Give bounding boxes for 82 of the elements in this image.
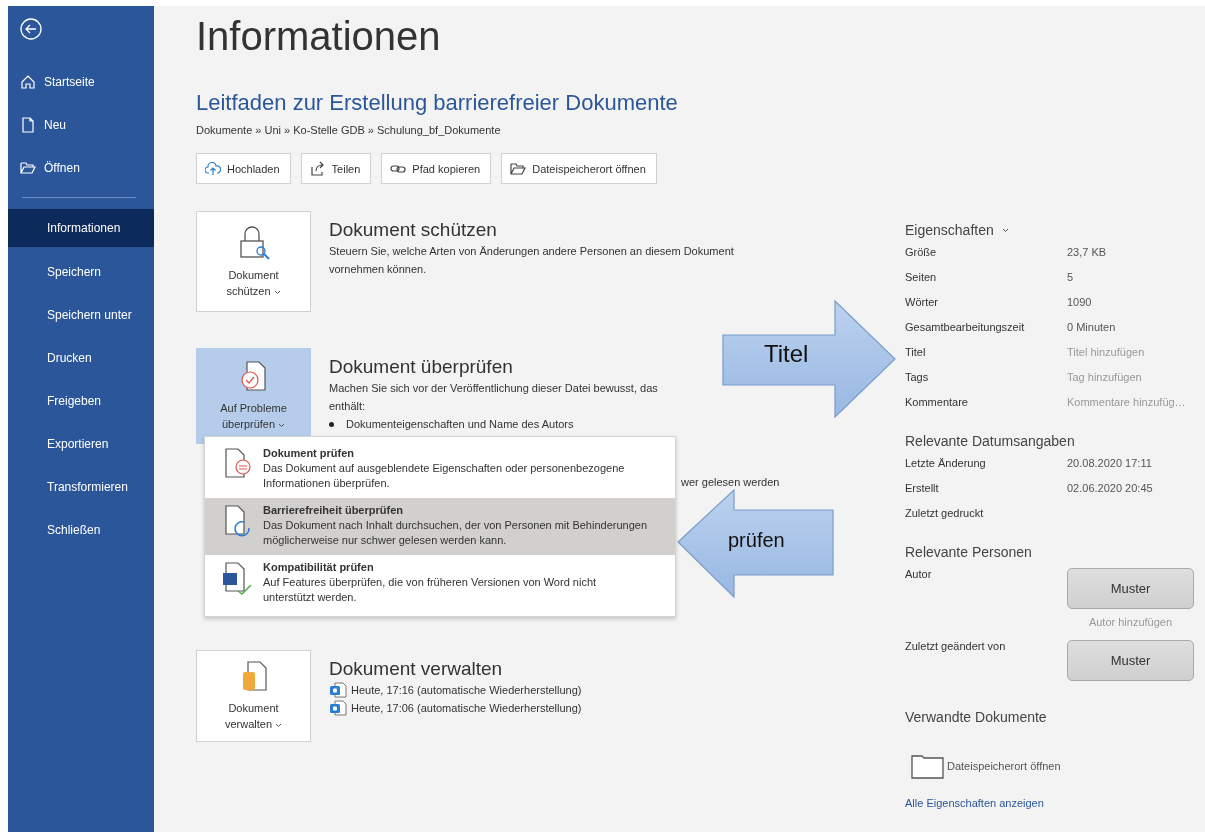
action-card-button[interactable]: Dokument verwalten xyxy=(196,650,311,742)
property-label: Autor xyxy=(905,568,933,582)
menu-item[interactable]: Kompatibilität prüfen Auf Features überprüfen, die von früheren Versionen von Word nicht unterstützt werden. xyxy=(205,555,675,612)
toolbar-button[interactable]: Pfad kopieren xyxy=(381,153,492,184)
word-file-icon xyxy=(329,700,347,716)
property-label: Erstellt xyxy=(905,482,940,494)
toolbar-button[interactable]: Hochladen xyxy=(196,153,291,184)
property-value: 1090 xyxy=(1067,296,1092,308)
document-icon xyxy=(20,116,36,133)
person-button[interactable]: Muster xyxy=(1067,568,1194,609)
sidebar-item[interactable]: Startseite xyxy=(8,60,154,103)
section-description: Steuern Sie, welche Arten von Änderungen andere Personen an diesem Dokument xyxy=(329,244,734,259)
section-description: Machen Sie sich vor der Veröffentlichung dieser Datei bewusst, das xyxy=(329,381,658,396)
property-label: Gesamtbearbeitungszeit xyxy=(905,321,1026,333)
bullet-icon xyxy=(329,421,334,427)
document-inspect-icon xyxy=(223,447,253,481)
section-description: vornehmen können. xyxy=(329,262,428,277)
back-icon[interactable] xyxy=(20,18,42,40)
caret-icon xyxy=(275,723,283,728)
section-description: wer gelesen werden xyxy=(681,476,781,488)
sidebar-item[interactable]: Speichern xyxy=(8,250,154,293)
document-check-icon xyxy=(238,360,269,394)
open-location-link[interactable]: Dateispeicherort öffnen xyxy=(911,753,1205,779)
property-value: 02.06.2020 20:45 xyxy=(1067,482,1153,494)
property-value: 23,7 KB xyxy=(1067,246,1107,258)
menu-item[interactable]: Dokument prüfen Das Dokument auf ausgeblendete Eigenschaften oder personenbezogene Informationen überprüfen. xyxy=(205,441,675,498)
section-title: Dokument schützen xyxy=(329,219,498,241)
property-label: Letzte Änderung xyxy=(905,457,987,469)
version-link[interactable]: Heute, 17:16 (automatische Wiederherstellung) xyxy=(329,682,582,698)
property-label: Tags xyxy=(905,371,930,383)
caret-icon xyxy=(273,289,281,295)
action-card-button[interactable]: Dokument schützen xyxy=(196,211,311,312)
callout-text: prüfen xyxy=(728,529,785,552)
document-accessibility-icon xyxy=(223,504,253,538)
home-icon xyxy=(20,73,36,90)
property-label: Wörter xyxy=(905,296,939,308)
property-label: Titel xyxy=(905,346,927,358)
section-heading: Relevante Personen xyxy=(905,544,1033,560)
toolbar-button[interactable]: Dateispeicherort öffnen xyxy=(501,153,657,184)
property-label: Seiten xyxy=(905,271,938,283)
property-label: Zuletzt gedruckt xyxy=(905,507,985,519)
section-description: enthält: xyxy=(329,399,367,414)
section-heading: Verwandte Dokumente xyxy=(905,709,1048,725)
all-properties-link[interactable]: Alle Eigenschaften anzeigen xyxy=(905,797,1205,809)
menu-item[interactable]: Barrierefreiheit überprüfen Das Dokument nach Inhalt durchsuchen, der von Personen mit Behinderungen möglicherweise nur schwer gelesen werden kann. xyxy=(205,498,675,555)
property-label: Kommentare xyxy=(905,396,969,408)
word-file-icon xyxy=(329,682,347,698)
caret-icon xyxy=(278,423,286,428)
folder-icon xyxy=(510,160,527,177)
property-value: 20.08.2020 17:11 xyxy=(1067,457,1152,469)
section-title: Dokument überprüfen xyxy=(329,356,514,378)
properties-heading[interactable]: Eigenschaften xyxy=(905,222,994,238)
sidebar-item[interactable]: Schließen xyxy=(8,508,154,551)
sidebar-item[interactable]: Speichern unter xyxy=(8,293,154,336)
caret-icon xyxy=(1001,227,1009,233)
version-link[interactable]: Heute, 17:06 (automatische Wiederherstellung) xyxy=(329,700,582,716)
folder-icon xyxy=(911,753,945,779)
document-title: Leitfaden zur Erstellung barrierefreier Dokumente xyxy=(196,90,679,116)
property-label: Größe xyxy=(905,246,938,258)
sidebar-item[interactable]: Neu xyxy=(8,103,154,146)
sidebar-item[interactable]: Informationen xyxy=(8,209,154,247)
section-title: Dokument verwalten xyxy=(329,658,504,680)
property-value: 0 Minuten xyxy=(1067,321,1116,333)
sidebar-item[interactable]: Öffnen xyxy=(8,146,154,189)
cloud-upload-icon xyxy=(205,160,221,177)
toolbar-button[interactable]: Teilen xyxy=(300,153,372,184)
bullet-text: Dokumenteigenschaften und Name des Autors xyxy=(346,418,574,430)
person-button[interactable]: Muster xyxy=(1067,640,1194,681)
page-title: Informationen xyxy=(196,14,442,60)
sidebar-item[interactable]: Exportieren xyxy=(8,422,154,465)
document-path: Dokumente » Uni » Ko-Stelle GDB » Schulung_bf_Dokumente xyxy=(196,124,502,136)
action-card-button[interactable]: Auf Probleme überprüfen xyxy=(196,348,311,444)
document-compatibility-icon xyxy=(223,561,253,595)
property-label: Zuletzt geändert von xyxy=(905,640,1007,654)
sidebar-item[interactable]: Drucken xyxy=(8,336,154,379)
property-value: 5 xyxy=(1067,271,1074,283)
sidebar-item[interactable]: Freigeben xyxy=(8,379,154,422)
sidebar-item[interactable]: Transformieren xyxy=(8,465,154,508)
callout-text: Titel xyxy=(764,340,809,368)
folder-icon xyxy=(20,159,36,176)
section-heading: Relevante Datumsangaben xyxy=(905,433,1076,449)
share-icon xyxy=(309,160,326,177)
